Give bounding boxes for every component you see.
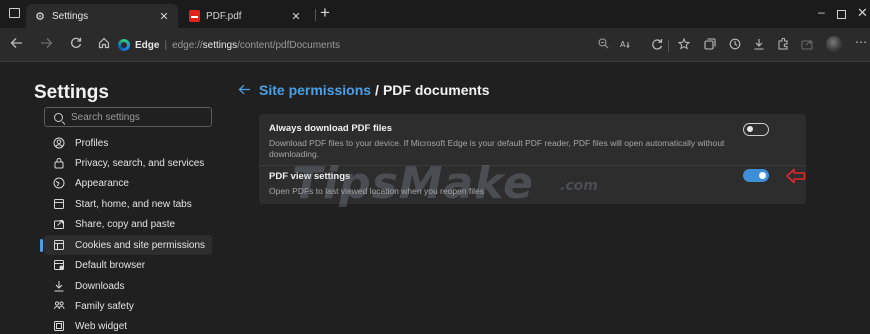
address-separator: | (164, 39, 168, 51)
download-icon (52, 279, 66, 293)
tab-separator (315, 9, 316, 21)
cookies-icon (52, 238, 66, 252)
sidebar-item-label: Downloads (75, 280, 125, 292)
lock-icon (52, 156, 66, 170)
sidebar-item-label: Cookies and site permissions (75, 239, 206, 251)
setting-pdf-view: PDF view settings Open PDFs to last view… (269, 171, 739, 197)
breadcrumb: Site permissions / PDF documents (238, 82, 490, 98)
search-input[interactable] (71, 111, 211, 123)
setting-description: Download PDF files to your device. If Mi… (269, 138, 725, 159)
tab-strip: ⚙ Settings ✕ PDF.pdf ✕ + – ✕ (0, 0, 870, 28)
tab-label: PDF.pdf (206, 10, 242, 22)
setting-title: PDF view settings (269, 171, 351, 182)
sidebar-item-privacy[interactable]: Privacy, search, and services (44, 153, 212, 173)
toggle-knob (759, 172, 766, 179)
page-title: Settings (34, 82, 109, 103)
sidebar-item-start-home[interactable]: Start, home, and new tabs (44, 194, 212, 214)
setting-title: Always download PDF files (269, 123, 392, 134)
toolbar-divider (668, 40, 669, 52)
setting-description: Open PDFs to last viewed location when y… (269, 186, 484, 196)
reload-button[interactable] (70, 37, 82, 51)
new-tab-button[interactable]: + (320, 3, 330, 23)
window-menu-icon[interactable] (9, 8, 20, 18)
breadcrumb-site-permissions[interactable]: Site permissions (259, 82, 371, 98)
tab-label: Settings (52, 10, 89, 22)
tab-pdf[interactable]: PDF.pdf ✕ (180, 4, 310, 28)
collections-icon[interactable] (704, 38, 716, 52)
search-icon (54, 112, 63, 122)
sidebar-item-label: Appearance (75, 177, 129, 189)
sidebar-item-label: Privacy, search, and services (75, 157, 205, 169)
address-scheme: edge:// (172, 39, 203, 51)
search-field[interactable] (44, 107, 212, 127)
back-button[interactable] (10, 37, 23, 51)
window-close-button[interactable]: ✕ (857, 5, 868, 21)
breadcrumb-current: PDF documents (382, 82, 490, 98)
share-icon (52, 217, 66, 231)
sidebar-item-label: Family safety (75, 300, 134, 312)
address-path: /content/pdfDocuments (237, 39, 340, 51)
sidebar-item-label: Default browser (75, 259, 146, 271)
close-icon[interactable]: ✕ (290, 10, 302, 23)
avatar[interactable] (826, 36, 842, 52)
more-menu-icon[interactable]: ⋯ (855, 36, 867, 48)
sidebar-item-web-widget[interactable]: Web widget (44, 316, 212, 334)
sidebar-item-default-browser[interactable]: Default browser (44, 255, 212, 275)
share-toolbar-icon[interactable] (801, 38, 813, 52)
family-icon (52, 299, 66, 313)
sidebar-item-downloads[interactable]: Downloads (44, 276, 212, 296)
sidebar-item-share-copy[interactable]: Share, copy and paste (44, 214, 212, 234)
annotation-arrow-icon (786, 168, 806, 184)
address-bar[interactable]: Edge | edge://settings/content/pdfDocume… (118, 33, 520, 57)
address-host: settings (202, 39, 238, 51)
sidebar-item-cookies[interactable]: Cookies and site permissions (40, 235, 212, 255)
sidebar-item-label: Web widget (75, 320, 128, 332)
edge-logo-icon (118, 39, 130, 51)
history-icon[interactable] (729, 38, 741, 52)
always-download-toggle[interactable] (743, 123, 769, 136)
sidebar-item-label: Share, copy and paste (75, 218, 176, 230)
tab-settings[interactable]: ⚙ Settings ✕ (26, 4, 178, 28)
widget-icon (52, 319, 66, 333)
pdf-icon (188, 10, 200, 22)
sidebar-item-label: Profiles (75, 137, 109, 149)
start-icon (52, 197, 66, 211)
sidebar-item-appearance[interactable]: Appearance (44, 173, 212, 193)
refresh-extension-icon[interactable] (651, 38, 663, 52)
toggle-knob (747, 126, 753, 132)
extensions-icon[interactable] (777, 37, 789, 52)
divider (259, 165, 806, 166)
scrollbar[interactable] (864, 63, 870, 334)
sidebar-item-profiles[interactable]: Profiles (44, 133, 212, 153)
forward-button[interactable] (40, 37, 53, 51)
pdf-view-toggle[interactable] (743, 169, 769, 182)
sidebar-item-family-safety[interactable]: Family safety (44, 296, 212, 316)
downloads-icon[interactable] (753, 38, 765, 52)
address-site-name: Edge (135, 39, 160, 51)
read-aloud-icon[interactable]: A (620, 38, 632, 52)
sidebar-item-label: Start, home, and new tabs (75, 198, 192, 210)
svg-text:A: A (620, 40, 626, 49)
toolbar: Edge | edge://settings/content/pdfDocume… (0, 28, 870, 62)
minimize-button[interactable]: – (818, 5, 825, 19)
appearance-icon (52, 176, 66, 190)
profile-icon (52, 136, 66, 150)
setting-always-download: Always download PDF files Download PDF f… (269, 123, 739, 160)
gear-icon: ⚙ (35, 10, 45, 23)
close-icon[interactable]: ✕ (158, 10, 170, 23)
back-arrow-icon[interactable] (238, 82, 251, 98)
browser-icon (52, 258, 66, 272)
maximize-button[interactable] (837, 10, 846, 19)
home-button[interactable] (98, 37, 110, 51)
zoom-icon[interactable] (598, 38, 609, 51)
breadcrumb-separator: / (375, 82, 379, 98)
favorites-icon[interactable] (677, 37, 691, 52)
